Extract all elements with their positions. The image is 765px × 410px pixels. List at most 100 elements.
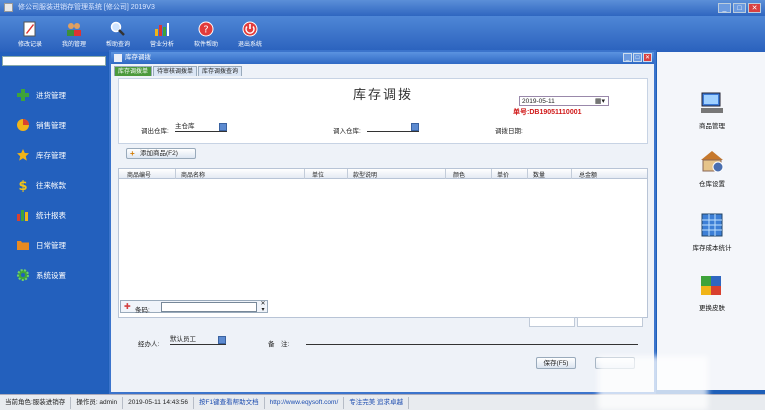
question-icon: ? <box>198 21 214 36</box>
transfer-tabs: 库存调拨单 待审核调拨单 库存调拨查询 <box>111 64 654 76</box>
nav-item-label: 进货管理 <box>36 90 66 100</box>
toolbar-button-business-analysis[interactable]: 营业分析 <box>144 16 180 52</box>
nav-item-inventory[interactable]: 库存管理 <box>0 140 108 170</box>
barcode-label: 条码: <box>135 307 150 314</box>
transfer-date-picker[interactable]: 2019-05-11 ▦▾ <box>519 96 609 106</box>
chevron-down-icon[interactable] <box>218 336 226 344</box>
col-total-amount[interactable]: 总金额 <box>579 170 597 179</box>
nav-item-sales[interactable]: 销售管理 <box>0 110 108 140</box>
add-product-button[interactable]: + 添加商品(F2) <box>126 148 196 159</box>
status-module: 当前角色:服装进销存 <box>0 396 72 409</box>
pie-chart-icon <box>17 119 29 131</box>
tab-transfer-query[interactable]: 库存调拨查询 <box>198 66 243 76</box>
toolbar-label: 退出系统 <box>237 41 262 48</box>
close-icon[interactable]: ✕ <box>643 53 652 62</box>
nav-item-settings[interactable]: 系统设置 <box>0 260 108 290</box>
nav-item-purchase[interactable]: 进货管理 <box>0 80 108 110</box>
tab-pending-review[interactable]: 待审核调拨单 <box>153 66 198 76</box>
main-toolbar: 修改记录 我的管理 帮助查询 营业分析 ? 软件帮助 退出系统 <box>0 16 765 52</box>
col-color[interactable]: 颜色 <box>453 170 465 179</box>
nav-item-daily[interactable]: 日常管理 <box>0 230 108 260</box>
dollar-icon: $ <box>18 179 27 192</box>
app-titlebar: 修公司服装进销存管理系统 [修公司] 2019V3 _ □ ✕ <box>0 0 765 16</box>
product-grid[interactable]: 商品编号 商品名称 单位 款型说明 颜色 单价 数量 总金额 <box>118 168 648 318</box>
document-number-label: 单号: <box>513 109 530 116</box>
nav-item-label: 统计报表 <box>36 210 66 220</box>
chevron-down-icon[interactable] <box>411 123 419 131</box>
nav-item-accounts[interactable]: $ 往来帐款 <box>0 170 108 200</box>
quantity-total-cell <box>529 317 575 327</box>
app-icon <box>4 2 13 12</box>
shortcut-warehouse-settings[interactable]: 仓库设置 <box>677 148 747 188</box>
folder-icon <box>17 241 29 250</box>
nav-item-label: 库存管理 <box>36 150 66 160</box>
barcode-entry: ✚ 条码: ✕ ▾ <box>120 300 268 314</box>
save-button[interactable]: 保存(F5) <box>536 357 576 369</box>
col-quantity[interactable]: 数量 <box>533 170 545 179</box>
barcode-spin-buttons[interactable]: ✕ ▾ <box>259 301 267 313</box>
col-style-desc[interactable]: 款型说明 <box>353 170 377 179</box>
amount-total-cell <box>577 317 643 327</box>
shortcut-label: 更换皮肤 <box>699 305 725 312</box>
minimize-icon[interactable]: _ <box>718 3 731 13</box>
shortcut-change-skin[interactable]: 更换皮肤 <box>677 272 747 312</box>
magnifier-icon <box>110 21 125 36</box>
nav-item-label: 日常管理 <box>36 240 66 250</box>
barcode-input[interactable] <box>161 302 257 312</box>
note-input[interactable] <box>306 336 638 345</box>
shortcut-product-management[interactable]: 商品管理 <box>677 90 747 130</box>
in-warehouse-select[interactable] <box>367 123 419 132</box>
shortcut-label: 仓库设置 <box>699 181 725 188</box>
toolbar-button-exit[interactable]: 退出系统 <box>232 16 268 52</box>
palette-icon <box>701 276 721 295</box>
status-website-link[interactable]: http://www.eqysoft.com/ <box>265 396 345 409</box>
computer-icon <box>701 92 723 113</box>
col-product-name[interactable]: 商品名称 <box>181 170 205 179</box>
transfer-date-value: 2019-05-11 <box>522 98 555 105</box>
close-icon[interactable]: ✕ <box>748 3 761 13</box>
out-warehouse-select[interactable]: 主仓库 <box>175 123 227 132</box>
tab-transfer-order[interactable]: 库存调拨单 <box>114 66 153 76</box>
nav-item-reports[interactable]: 统计报表 <box>0 200 108 230</box>
star-icon <box>17 149 29 161</box>
toolbar-label: 营业分析 <box>149 41 174 48</box>
footer-form: 经办人: 默认员工 备 注: <box>118 330 648 380</box>
svg-text:?: ? <box>203 24 208 35</box>
col-product-code[interactable]: 商品编号 <box>127 170 151 179</box>
toolbar-button-edit-record[interactable]: 修改记录 <box>12 16 48 52</box>
maximize-icon[interactable]: □ <box>633 53 642 62</box>
column-divider <box>491 169 492 179</box>
nav-search-input[interactable] <box>2 56 106 66</box>
maximize-icon[interactable]: □ <box>733 3 746 13</box>
svg-text:$: $ <box>18 179 27 192</box>
handler-select[interactable]: 默认员工 <box>170 336 226 345</box>
chevron-down-icon[interactable] <box>219 123 227 131</box>
nav-list: 进货管理 销售管理 库存管理 $ 往来帐款 统计报表 日常管理 系统设置 <box>0 80 108 290</box>
in-warehouse-label: 调入仓库: <box>333 128 361 135</box>
right-shortcut-pane: 商品管理 仓库设置 库存成本统计 更换皮肤 <box>657 52 765 390</box>
calendar-icon[interactable]: ▦▾ <box>595 97 605 106</box>
handler-value: 默认员工 <box>170 336 196 343</box>
window-icon <box>114 54 122 62</box>
users-icon <box>67 22 81 36</box>
barcode-icon: ✚ <box>124 302 131 311</box>
document-number: 单号:DB19051110001 <box>513 107 582 117</box>
toolbar-button-help-query[interactable]: 帮助查询 <box>100 16 136 52</box>
shortcut-inventory-cost[interactable]: 库存成本统计 <box>677 212 747 252</box>
stock-transfer-window: 库存调拨 _ □ ✕ 库存调拨单 待审核调拨单 库存调拨查询 库存调拨 单号:D… <box>109 50 656 394</box>
col-unit[interactable]: 单位 <box>312 170 324 179</box>
toolbar-label: 软件帮助 <box>193 41 218 48</box>
status-slogan: 专注完美 追求卓越 <box>344 396 410 409</box>
warehouse-icon <box>701 151 724 173</box>
shortcut-label: 商品管理 <box>699 123 725 130</box>
column-divider <box>347 169 348 179</box>
plus-icon: + <box>130 149 135 158</box>
column-divider <box>445 169 446 179</box>
bar-chart-icon <box>17 210 28 221</box>
nav-item-label: 销售管理 <box>36 120 66 130</box>
minimize-icon[interactable]: _ <box>623 53 632 62</box>
toolbar-button-my-management[interactable]: 我的管理 <box>56 16 92 52</box>
col-unit-price[interactable]: 单价 <box>497 170 509 179</box>
column-divider <box>304 169 305 179</box>
toolbar-button-software-help[interactable]: ? 软件帮助 <box>188 16 224 52</box>
